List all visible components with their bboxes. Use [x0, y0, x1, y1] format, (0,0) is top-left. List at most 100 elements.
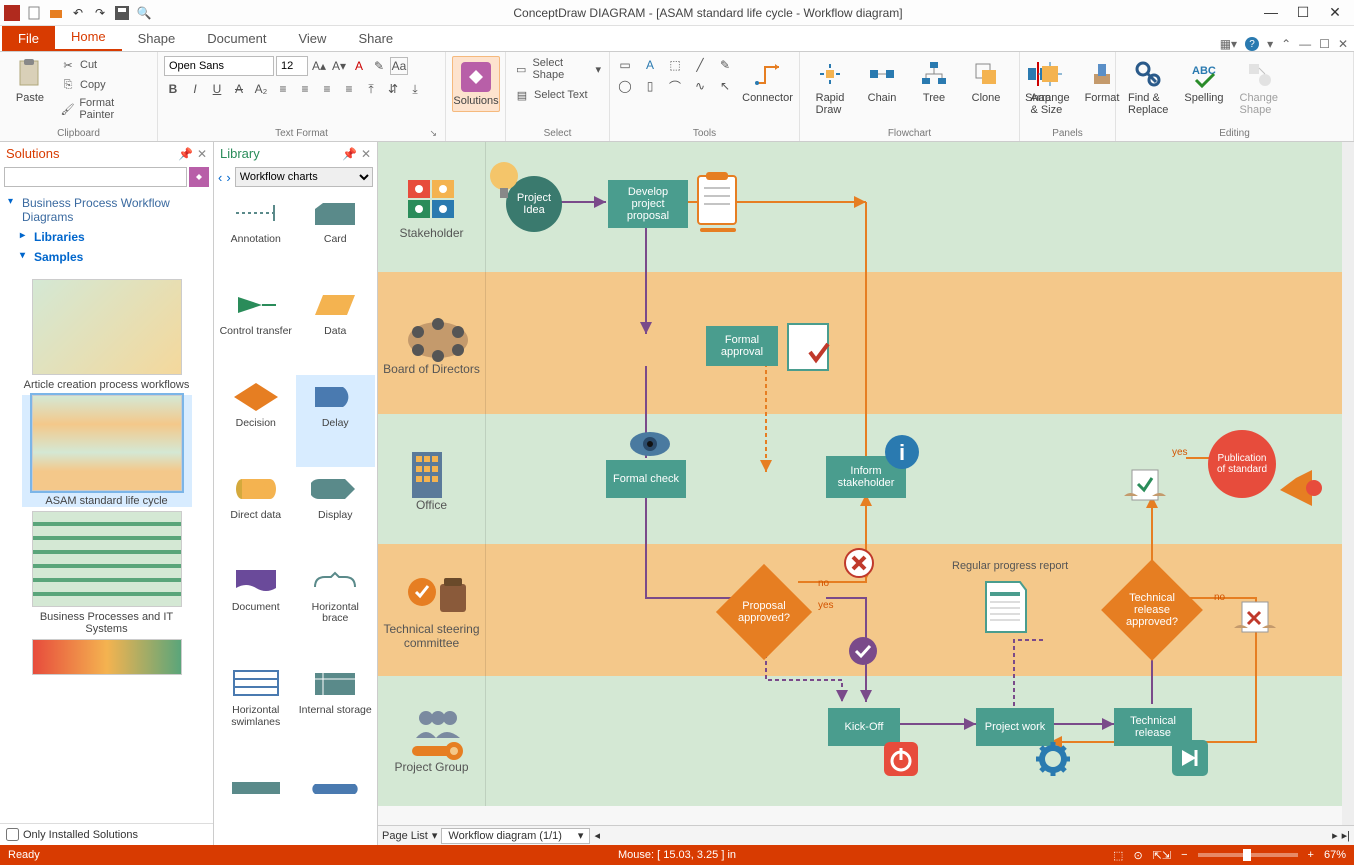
ellipse-tool-icon[interactable]: ◯ — [616, 77, 634, 95]
tab-file[interactable]: File — [2, 26, 55, 51]
pin-icon[interactable]: 📌 — [342, 147, 357, 161]
scroll-end-icon[interactable]: ▸| — [1342, 829, 1350, 842]
copy-button[interactable]: ⎘Copy — [58, 76, 151, 94]
grid-icon[interactable]: ▦▾ — [1220, 37, 1237, 51]
tree-libraries[interactable]: Libraries — [20, 227, 205, 247]
align-right-icon[interactable]: ≡ — [318, 80, 336, 98]
solutions-search-go-icon[interactable] — [189, 167, 209, 187]
arc-tool-icon[interactable]: ⌒ — [666, 77, 684, 95]
line-tool-icon[interactable]: ╱ — [691, 56, 709, 74]
close-button[interactable]: ✕ — [1328, 4, 1342, 21]
status-icon[interactable]: ⬚ — [1113, 849, 1123, 862]
node-develop-proposal[interactable]: Develop project proposal — [608, 180, 688, 228]
scroll-left-icon[interactable]: ◂ — [594, 829, 600, 842]
vertical-scrollbar[interactable] — [1342, 142, 1354, 825]
status-icon[interactable]: ⇱⇲ — [1153, 849, 1171, 862]
preview-icon[interactable]: 🔍 — [136, 5, 152, 21]
align-justify-icon[interactable]: ≡ — [340, 80, 358, 98]
node-kickoff[interactable]: Kick-Off — [828, 708, 900, 746]
pin-icon[interactable]: 📌 — [178, 147, 193, 161]
library-item[interactable]: Internal storage — [296, 662, 376, 765]
align-center-icon[interactable]: ≡ — [296, 80, 314, 98]
page-selector[interactable]: Workflow diagram (1/1)▾ — [441, 828, 590, 844]
font-select[interactable] — [164, 56, 274, 76]
bold-icon[interactable]: B — [164, 80, 182, 98]
zoom-slider[interactable] — [1198, 853, 1298, 857]
valign-top-icon[interactable]: ⤒ — [362, 80, 380, 98]
library-item[interactable]: Annotation — [216, 191, 296, 283]
open-icon[interactable] — [48, 5, 64, 21]
library-item[interactable]: Horizontal brace — [296, 559, 376, 662]
node-formal-approval[interactable]: Formal approval — [706, 326, 778, 366]
scroll-right-icon[interactable]: ▸ — [1332, 829, 1338, 842]
zoom-level[interactable]: 67% — [1324, 849, 1346, 861]
minimize-button[interactable]: — — [1264, 4, 1278, 21]
tree-button[interactable]: Tree — [910, 56, 958, 106]
pen-tool-icon[interactable]: ✎ — [716, 56, 734, 74]
valign-bot-icon[interactable]: ⤓ — [406, 80, 424, 98]
cut-button[interactable]: ✂Cut — [58, 56, 151, 74]
redo-icon[interactable]: ↷ — [92, 5, 108, 21]
node-publication[interactable]: Publication of standard — [1208, 430, 1276, 498]
change-shape-button[interactable]: Change Shape — [1234, 56, 1285, 118]
diagram-canvas[interactable]: Stakeholder Board of Directors Office — [378, 142, 1354, 825]
zoom-in-icon[interactable]: + — [1308, 849, 1314, 861]
close-panel-icon[interactable]: ✕ — [197, 147, 207, 161]
library-item[interactable]: Document — [216, 559, 296, 662]
status-icon[interactable]: ⊙ — [1133, 849, 1142, 862]
maximize-button[interactable]: ☐ — [1296, 4, 1310, 21]
curve-tool-icon[interactable]: ∿ — [691, 77, 709, 95]
new-icon[interactable] — [26, 5, 42, 21]
font-color-icon[interactable]: A — [350, 57, 368, 75]
dialog-launcher-icon[interactable]: ↘ — [429, 128, 437, 139]
rect-tool-icon[interactable]: ▭ — [616, 56, 634, 74]
library-item[interactable]: Direct data — [216, 467, 296, 559]
strike-icon[interactable]: A — [230, 80, 248, 98]
tab-share[interactable]: Share — [342, 26, 409, 51]
library-item[interactable]: Display — [296, 467, 376, 559]
spelling-button[interactable]: ABCSpelling — [1178, 56, 1229, 106]
chain-button[interactable]: Chain — [858, 56, 906, 106]
window-min-icon[interactable]: ⌃ — [1281, 37, 1291, 51]
library-item[interactable]: Delay — [296, 375, 376, 467]
library-item[interactable]: Decision — [216, 375, 296, 467]
align-left-icon[interactable]: ≡ — [274, 80, 292, 98]
tree-samples[interactable]: Samples — [20, 247, 205, 267]
underline-icon[interactable]: U — [208, 80, 226, 98]
font-size-select[interactable] — [276, 56, 308, 76]
tree-root[interactable]: Business Process Workflow Diagrams — [8, 193, 205, 227]
paste-button[interactable]: Paste — [6, 56, 54, 106]
connector-button[interactable]: Connector — [742, 56, 793, 106]
sample-thumb[interactable]: Business Processes and IT Systems — [22, 511, 192, 635]
clone-button[interactable]: Clone — [962, 56, 1010, 106]
italic-icon[interactable]: I — [186, 80, 204, 98]
prev-icon[interactable]: ‹ — [218, 170, 222, 185]
library-item[interactable]: Data — [296, 283, 376, 375]
sample-thumb[interactable]: ASAM standard life cycle — [22, 395, 192, 507]
library-item[interactable] — [296, 766, 376, 843]
zoom-out-icon[interactable]: − — [1181, 849, 1187, 861]
subscript-icon[interactable]: A₂ — [252, 80, 270, 98]
solutions-button[interactable]: Solutions — [452, 56, 500, 112]
close-panel-icon[interactable]: ✕ — [361, 147, 371, 161]
arrange-size-button[interactable]: Arrange & Size — [1026, 56, 1074, 118]
shrink-font-icon[interactable]: A▾ — [330, 57, 348, 75]
sample-thumb[interactable] — [22, 639, 192, 675]
tab-view[interactable]: View — [282, 26, 342, 51]
tab-document[interactable]: Document — [191, 26, 282, 51]
next-icon[interactable]: › — [226, 170, 230, 185]
library-item[interactable] — [216, 766, 296, 843]
undo-icon[interactable]: ↶ — [70, 5, 86, 21]
callout-tool-icon[interactable]: ⬚ — [666, 56, 684, 74]
rapid-draw-button[interactable]: Rapid Draw — [806, 56, 854, 118]
tab-shape[interactable]: Shape — [122, 26, 192, 51]
textbox-tool-icon[interactable]: ▯ — [641, 77, 659, 95]
clear-format-icon[interactable]: Aa — [390, 57, 408, 75]
sample-thumb[interactable]: Article creation process workflows — [22, 279, 192, 391]
highlight-icon[interactable]: ✎ — [370, 57, 388, 75]
select-shape-button[interactable]: ▭Select Shape ▾ — [512, 56, 603, 82]
select-text-button[interactable]: ▤Select Text — [512, 86, 590, 104]
only-installed-checkbox[interactable] — [6, 828, 19, 841]
node-formal-check[interactable]: Formal check — [606, 460, 686, 498]
pointer-tool-icon[interactable]: ↖ — [716, 77, 734, 95]
